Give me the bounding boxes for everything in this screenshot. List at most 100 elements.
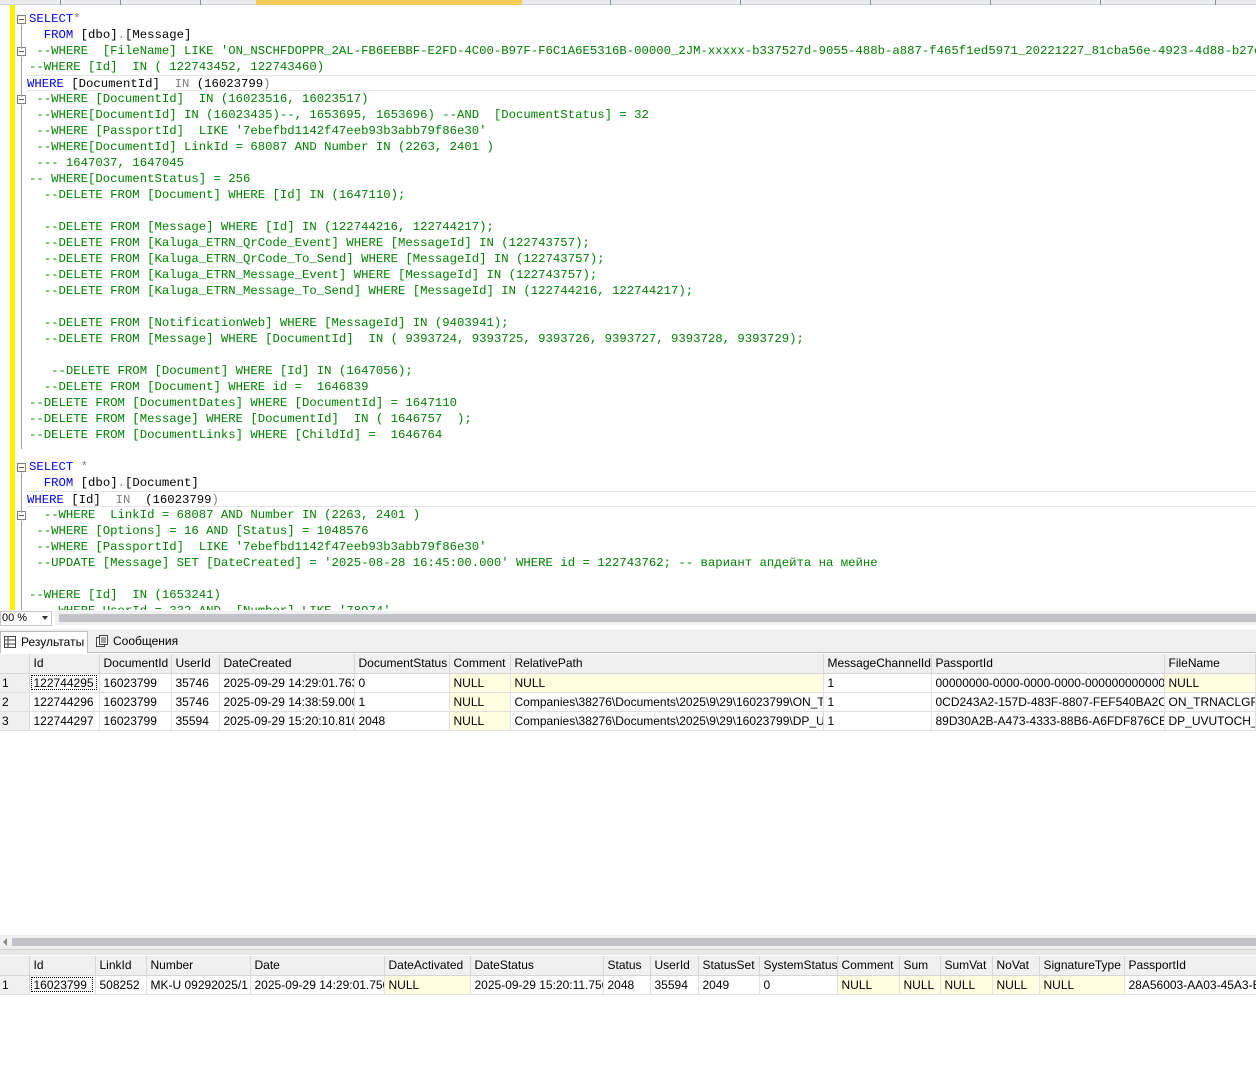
code-line[interactable]: -- WHERE[DocumentStatus] = 256 xyxy=(29,171,250,187)
code-line[interactable]: WHERE [Id] IN (16023799) xyxy=(27,491,1256,507)
column-header[interactable]: SignatureType xyxy=(1039,956,1125,976)
code-line[interactable]: --DELETE FROM [Kaluga_ETRN_Message_To_Se… xyxy=(29,283,693,299)
corner-cell[interactable] xyxy=(0,956,30,976)
table-cell[interactable]: MK-U 09292025/1 xyxy=(146,975,251,995)
column-header[interactable]: UserId xyxy=(171,654,220,674)
table-cell[interactable]: 16023799 xyxy=(99,711,172,731)
column-header[interactable]: UserId xyxy=(650,956,699,976)
code-line[interactable]: --DELETE FROM [NotificationWeb] WHERE [M… xyxy=(29,315,509,331)
grid-horizontal-scrollbar[interactable] xyxy=(0,935,1256,949)
code-line[interactable]: --DELETE FROM [Document] WHERE [Id] IN (… xyxy=(29,363,413,379)
table-cell[interactable]: 35746 xyxy=(171,692,220,712)
table-cell[interactable]: 2049 xyxy=(698,975,760,995)
column-header[interactable]: DateCreated xyxy=(219,654,355,674)
column-header[interactable]: FileName xyxy=(1164,654,1256,674)
table-cell[interactable]: 35746 xyxy=(171,673,220,693)
column-header[interactable]: DateActivated xyxy=(384,956,471,976)
column-header[interactable]: SumVat xyxy=(940,956,993,976)
column-header[interactable]: Number xyxy=(146,956,251,976)
table-cell[interactable]: 16023799 xyxy=(99,673,172,693)
row-number[interactable]: 2 xyxy=(0,692,30,712)
table-cell[interactable]: 89D30A2B-A473-4333-88B6-A6FDF876CEB6 xyxy=(931,711,1165,731)
code-line[interactable]: --DELETE FROM [Message] WHERE [DocumentI… xyxy=(29,331,804,347)
table-cell[interactable]: 16023799 xyxy=(99,692,172,712)
column-header[interactable]: Comment xyxy=(449,654,511,674)
code-line[interactable]: --DELETE FROM [Document] WHERE id = 1646… xyxy=(29,379,369,395)
scrollbar-thumb[interactable] xyxy=(12,938,1256,946)
collapse-icon[interactable] xyxy=(17,15,26,24)
scroll-left-icon[interactable] xyxy=(3,938,7,946)
table-row[interactable]: 2 122744296 16023799 35746 2025-09-29 14:38:… xyxy=(0,692,1256,712)
code-line[interactable]: --WHERE [PassportId] LIKE '7ebefbd1142f4… xyxy=(29,539,486,555)
table-cell[interactable]: 28A56003-AA03-45A3-BF xyxy=(1124,975,1256,995)
table-cell[interactable]: 2048 xyxy=(354,711,450,731)
table-cell[interactable]: 16023799 xyxy=(29,975,96,995)
table-cell[interactable]: 35594 xyxy=(171,711,220,731)
table-cell[interactable]: NULL xyxy=(940,975,993,995)
table-cell[interactable]: 1 xyxy=(354,692,450,712)
table-cell[interactable]: DP_UVUTOCH_2 xyxy=(1164,711,1256,731)
code-line[interactable]: WHERE [DocumentId] IN (16023799) xyxy=(27,75,1256,91)
table-cell[interactable]: NULL xyxy=(449,673,511,693)
column-header[interactable]: PassportId xyxy=(1124,956,1256,976)
row-number[interactable]: 3 xyxy=(0,711,30,731)
row-number[interactable]: 1 xyxy=(0,673,30,693)
column-header[interactable]: Status xyxy=(603,956,651,976)
code-line[interactable]: --WHERE [DocumentId] IN (16023516, 16023… xyxy=(29,91,368,107)
scrollbar-thumb[interactable] xyxy=(59,614,1256,622)
code-line[interactable]: --DELETE FROM [Document] WHERE [Id] IN (… xyxy=(29,187,406,203)
column-header[interactable]: StatusSet xyxy=(698,956,760,976)
code-line[interactable]: --WHERE [Options] = 16 AND [Status] = 10… xyxy=(29,523,368,539)
table-cell[interactable]: 122744295 xyxy=(29,673,100,693)
column-header[interactable]: LinkId xyxy=(95,956,147,976)
column-header[interactable]: Id xyxy=(29,654,100,674)
table-cell[interactable]: NULL xyxy=(449,692,511,712)
code-line[interactable]: --DELETE FROM [Kaluga_ETRN_QrCode_To_Sen… xyxy=(29,251,605,267)
code-line[interactable]: SELECT * xyxy=(29,459,88,475)
code-line[interactable]: --- 1647037, 1647045 xyxy=(29,155,184,171)
table-cell[interactable]: 2025-09-29 14:38:59.000 xyxy=(219,692,355,712)
results-grid-document[interactable]: Id LinkId Number Date DateActivated DateStatu… xyxy=(0,956,1256,1085)
column-header[interactable]: SystemStatus xyxy=(759,956,838,976)
column-header[interactable]: RelativePath xyxy=(510,654,824,674)
code-line[interactable]: --WHERE [PassportId] LIKE '7ebefbd1142f4… xyxy=(29,123,486,139)
tab-results[interactable]: Результаты xyxy=(0,631,88,653)
table-cell[interactable]: 1 xyxy=(823,673,932,693)
code-line[interactable]: --WHERE[DocumentId] IN (16023435)--, 165… xyxy=(29,107,649,123)
corner-cell[interactable] xyxy=(0,654,30,674)
column-header[interactable]: PassportId xyxy=(931,654,1165,674)
code-line[interactable]: SELECT* xyxy=(29,11,81,27)
code-line[interactable]: --DELETE FROM [Message] WHERE [Id] IN (1… xyxy=(29,219,494,235)
code-line[interactable]: --DELETE FROM [DocumentLinks] WHERE [Chi… xyxy=(29,427,442,443)
table-cell[interactable]: 0 xyxy=(759,975,838,995)
table-cell[interactable]: 0CD243A2-157D-483F-8807-FEF540BA2CAE xyxy=(931,692,1165,712)
code-line[interactable]: --WHERE [Id] IN (1653241) xyxy=(29,587,221,603)
table-cell[interactable]: 00000000-0000-0000-0000-000000000000 xyxy=(931,673,1165,693)
table-cell[interactable]: 122744297 xyxy=(29,711,100,731)
table-cell[interactable]: Companies\38276\Documents\2025\9\29\1602… xyxy=(510,692,824,712)
tab-messages[interactable]: Сообщения xyxy=(93,631,178,653)
results-grid-message[interactable]: Id DocumentId UserId DateCreated DocumentSta… xyxy=(0,654,1256,934)
table-row[interactable]: 1 16023799 508252 MK-U 09292025/1 2025-09-29… xyxy=(0,975,1256,995)
table-row[interactable]: 3 122744297 16023799 35594 2025-09-29 15:20:… xyxy=(0,711,1256,731)
zoom-dropdown[interactable]: 00 % xyxy=(0,611,52,626)
table-cell[interactable]: 2025-09-29 15:20:10.810 xyxy=(219,711,355,731)
column-header[interactable]: DateStatus xyxy=(470,956,604,976)
table-cell[interactable]: Companies\38276\Documents\2025\9\29\1602… xyxy=(510,711,824,731)
table-cell[interactable]: NULL xyxy=(992,975,1040,995)
table-cell[interactable]: 508252 xyxy=(95,975,147,995)
table-cell[interactable]: NULL xyxy=(899,975,941,995)
code-line[interactable]: --UPDATE [Message] SET [DateCreated] = '… xyxy=(29,555,877,571)
table-cell[interactable]: 2025-09-29 14:29:01.750 xyxy=(250,975,385,995)
table-cell[interactable]: 2025-09-29 15:20:11.750 xyxy=(470,975,604,995)
editor-horizontal-scrollbar[interactable] xyxy=(55,611,1256,625)
code-line[interactable]: --DELETE FROM [Kaluga_ETRN_QrCode_Event]… xyxy=(29,235,590,251)
table-cell[interactable]: NULL xyxy=(837,975,900,995)
code-line[interactable]: FROM [dbo].[Document] xyxy=(29,475,199,491)
table-cell[interactable]: 122744296 xyxy=(29,692,100,712)
column-header[interactable]: DocumentId xyxy=(99,654,172,674)
code-line[interactable]: --DELETE FROM [Message] WHERE [DocumentI… xyxy=(29,411,472,427)
column-header[interactable]: Sum xyxy=(899,956,941,976)
sql-editor[interactable]: SELECT* FROM [dbo].[Message] --WHERE [Fi… xyxy=(0,5,1256,610)
code-line[interactable]: --DELETE FROM [DocumentDates] WHERE [Doc… xyxy=(29,395,457,411)
